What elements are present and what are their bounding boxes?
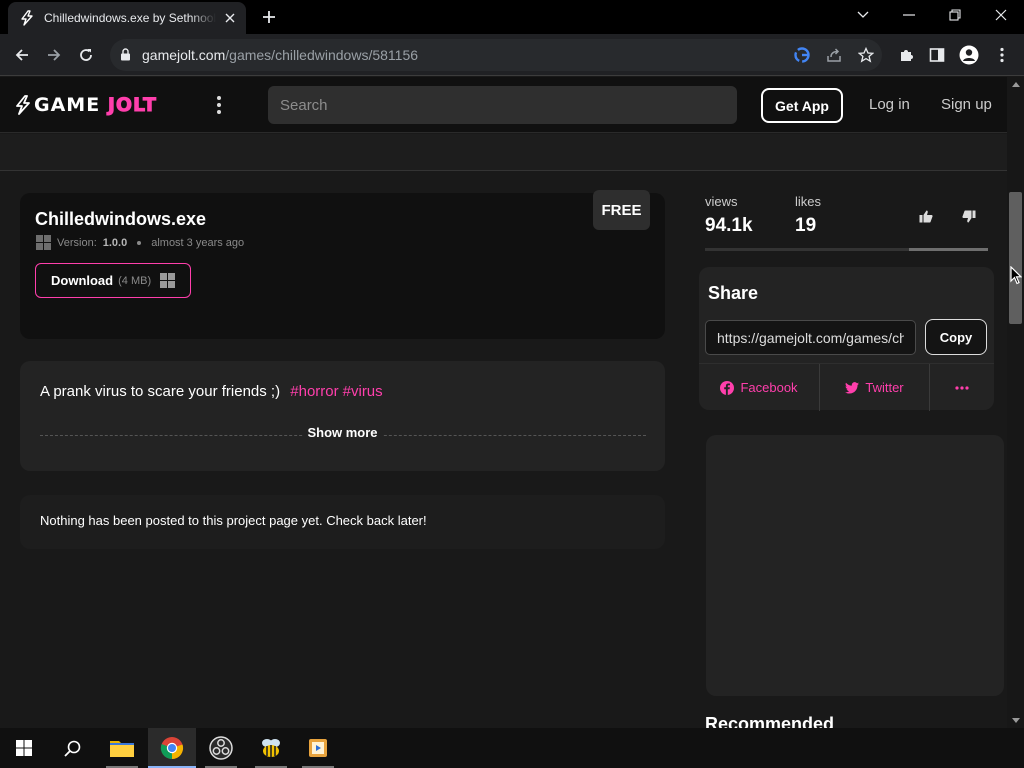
login-link[interactable]: Log in <box>869 96 910 113</box>
facebook-label: Facebook <box>740 380 798 395</box>
file-explorer-icon[interactable] <box>98 728 146 768</box>
show-more-button[interactable]: Show more <box>303 425 382 440</box>
lightning-logo-icon <box>16 95 30 115</box>
likes-value: 19 <box>795 215 817 236</box>
price-badge: FREE <box>593 190 650 230</box>
recommended-heading: Recommended <box>705 714 835 728</box>
scroll-up-icon[interactable] <box>1007 77 1024 91</box>
logo-text: GAME JOLT <box>34 94 157 117</box>
share-page-icon[interactable] <box>824 45 844 65</box>
show-more-wrapper: Show more <box>20 425 665 440</box>
posts-empty-card: Nothing has been posted to this project … <box>20 495 665 549</box>
thumbs-down-icon[interactable] <box>958 205 980 227</box>
get-app-button[interactable]: Get App <box>761 88 843 123</box>
likes-stat: likes 19 <box>795 194 821 237</box>
share-title: Share <box>708 283 759 303</box>
share-link-input[interactable] <box>705 320 916 355</box>
tab-search-icon[interactable] <box>840 0 886 30</box>
bookmark-star-icon[interactable] <box>856 45 876 65</box>
windows-platform-icon <box>160 273 176 288</box>
thumbs-up-icon[interactable] <box>915 205 937 227</box>
search-icon[interactable] <box>48 728 96 768</box>
media-player-icon[interactable] <box>294 728 342 768</box>
windows-platform-icon <box>36 235 51 250</box>
copy-button[interactable]: Copy <box>925 319 987 355</box>
published-date: almost 3 years ago <box>151 236 245 249</box>
description-body: A prank virus to scare your friends ;) <box>40 383 281 400</box>
share-card: Share Copy Facebook Twitter <box>699 267 994 411</box>
views-label: views <box>705 194 738 209</box>
posts-empty-message: Nothing has been posted to this project … <box>40 513 427 528</box>
facebook-icon <box>720 380 735 395</box>
url-path: /games/chilledwindows/581156 <box>225 47 419 63</box>
game-title: Chilledwindows.exe <box>35 209 207 229</box>
gamejolt-header: GAME JOLT Get App Log in Sign up <box>0 77 1007 133</box>
views-value: 94.1k <box>705 215 753 236</box>
version-label: Version: <box>57 236 97 249</box>
scroll-down-icon[interactable] <box>1007 713 1024 727</box>
ad-placeholder <box>706 435 1004 696</box>
restore-icon[interactable] <box>932 0 978 30</box>
url-host: gamejolt.com <box>142 47 226 63</box>
browser-tab[interactable]: Chilledwindows.exe by Sethnoob <box>8 2 246 34</box>
search-input[interactable] <box>268 86 737 124</box>
back-icon[interactable] <box>8 41 36 69</box>
gamejolt-logo[interactable]: GAME JOLT <box>14 94 157 117</box>
windows-start-icon[interactable] <box>0 728 48 768</box>
obs-icon[interactable] <box>197 728 245 768</box>
download-button[interactable]: Download (4 MB) <box>35 263 191 298</box>
chrome-icon[interactable] <box>148 728 196 768</box>
page-scrollbar[interactable] <box>1007 77 1024 728</box>
logo-game: GAME <box>34 94 101 116</box>
chrome-menu-icon[interactable] <box>988 41 1016 69</box>
game-meta: Version: 1.0.0 almost 3 years ago <box>36 235 244 250</box>
more-share-icon[interactable] <box>930 364 994 411</box>
twitter-icon <box>845 381 860 394</box>
twitter-share-button[interactable]: Twitter <box>820 364 930 411</box>
share-buttons: Facebook Twitter <box>699 363 994 411</box>
address-bar[interactable]: gamejolt.com/games/chilledwindows/581156 <box>110 39 882 71</box>
extensions-puzzle-icon[interactable] <box>892 41 920 69</box>
sub-navigation-bar <box>0 134 1007 171</box>
close-window-icon[interactable] <box>978 0 1024 30</box>
rating-bar-fill <box>908 248 988 251</box>
description-card: A prank virus to scare your friends ;) #… <box>20 361 665 471</box>
facebook-share-button[interactable]: Facebook <box>699 364 820 411</box>
tag-virus[interactable]: #virus <box>343 383 383 400</box>
url-text: gamejolt.com/games/chilledwindows/581156 <box>142 47 418 63</box>
page-content: GAME JOLT Get App Log in Sign up Chilled… <box>0 77 1007 728</box>
google-lens-icon[interactable] <box>792 45 812 65</box>
mouse-cursor-icon <box>1010 265 1023 290</box>
gamejolt-favicon-icon <box>18 9 36 27</box>
logo-jolt: JOLT <box>107 94 157 117</box>
browser-toolbar: gamejolt.com/games/chilledwindows/581156 <box>0 34 1024 76</box>
browser-tab-strip: Chilledwindows.exe by Sethnoob <box>0 0 1024 34</box>
lock-icon <box>120 48 131 66</box>
bee-app-icon[interactable] <box>247 728 295 768</box>
signup-link[interactable]: Sign up <box>941 96 992 113</box>
forward-icon[interactable] <box>40 41 68 69</box>
scrollbar-thumb[interactable] <box>1009 192 1022 324</box>
description-text: A prank virus to scare your friends ;) #… <box>40 383 383 400</box>
profile-avatar-icon[interactable] <box>955 41 983 69</box>
download-label: Download <box>51 273 114 288</box>
minimize-icon[interactable] <box>886 0 932 30</box>
reload-icon[interactable] <box>72 41 100 69</box>
version-number: 1.0.0 <box>102 236 128 249</box>
twitter-label: Twitter <box>865 380 904 395</box>
new-tab-icon[interactable] <box>258 6 280 28</box>
tag-horror[interactable]: #horror <box>290 383 338 400</box>
game-info-card: Chilledwindows.exe Version: 1.0.0 almost … <box>20 193 665 339</box>
download-size: (4 MB) <box>118 274 152 287</box>
tab-close-icon[interactable] <box>222 10 238 26</box>
separator-dot <box>137 240 142 245</box>
side-panel-icon[interactable] <box>923 41 951 69</box>
more-menu-icon[interactable] <box>212 95 226 115</box>
rating-bar <box>705 248 988 251</box>
windows-taskbar <box>0 728 1024 768</box>
tab-title: Chilledwindows.exe by Sethnoob <box>44 11 216 25</box>
views-stat: views 94.1k <box>705 194 753 237</box>
likes-label: likes <box>795 194 822 209</box>
